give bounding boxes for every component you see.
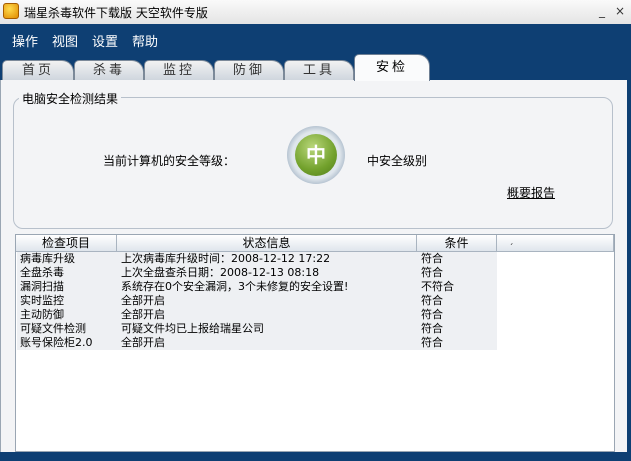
group-title: 电脑安全检测结果 (19, 90, 122, 107)
app-window: 瑞星杀毒软件下载版 天空软件专版 _ × 操作 视图 设置 帮助 首页 杀毒 监… (0, 0, 631, 461)
menu-bar: 操作 视图 设置 帮助 (0, 24, 631, 52)
close-button[interactable]: × (612, 3, 628, 19)
cell-item: 账号保险柜2.0 (20, 336, 93, 349)
cell-item: 实时监控 (20, 294, 64, 307)
cell-item: 主动防御 (20, 308, 64, 321)
summary-report-link[interactable]: 概要报告 (507, 184, 555, 201)
column-header-condition[interactable]: 条件 (417, 235, 497, 252)
tab-defense[interactable]: 防御 (214, 60, 284, 80)
cell-condition: 不符合 (421, 280, 454, 293)
menu-help[interactable]: 帮助 (132, 31, 158, 50)
table-row[interactable]: 账号保险柜2.0 全部开启 符合 (17, 336, 497, 350)
cell-condition: 符合 (421, 336, 443, 349)
table-row[interactable]: 漏洞扫描 系统存在0个安全漏洞，3个未修复的安全设置! 不符合 (17, 280, 497, 294)
window-border-right (627, 80, 631, 461)
tab-scan[interactable]: 杀毒 (74, 60, 144, 80)
table-row[interactable]: 全盘杀毒 上次全盘查杀日期：2008-12-13 08:18 符合 (17, 266, 497, 280)
tab-security-check[interactable]: 安检 (354, 54, 430, 81)
cell-condition: 符合 (421, 322, 443, 335)
security-level-icon: 中 (295, 134, 337, 176)
cell-status: 全部开启 (121, 308, 165, 321)
tab-monitor[interactable]: 监控 (144, 60, 214, 80)
cell-status: 系统存在0个安全漏洞，3个未修复的安全设置! (121, 280, 349, 293)
cell-status: 全部开启 (121, 294, 165, 307)
cell-status: 可疑文件均已上报给瑞星公司 (121, 322, 264, 335)
cell-status: 全部开启 (121, 336, 165, 349)
tab-strip: 首页 杀毒 监控 防御 工具 安检 (0, 52, 631, 81)
tab-home[interactable]: 首页 (2, 60, 74, 80)
column-header-status[interactable]: 状态信息 (117, 235, 417, 252)
table-row[interactable]: 实时监控 全部开启 符合 (17, 294, 497, 308)
window-border-bottom (0, 452, 631, 461)
cell-status: 上次全盘查杀日期：2008-12-13 08:18 (121, 266, 320, 279)
column-header-blank (497, 235, 614, 252)
cell-condition: 符合 (421, 308, 443, 321)
menu-settings[interactable]: 设置 (92, 31, 118, 50)
cell-item: 全盘杀毒 (20, 266, 64, 279)
table-row[interactable]: 可疑文件检测 可疑文件均已上报给瑞星公司 符合 (17, 322, 497, 336)
cell-item: 可疑文件检测 (20, 322, 86, 335)
check-results-table: 检查项目 状态信息 条件 病毒库升级 上次病毒库升级时间：2008-12-12 1… (15, 234, 615, 452)
security-level-label: 当前计算机的安全等级： (103, 154, 236, 168)
table-row[interactable]: 病毒库升级 上次病毒库升级时间：2008-12-12 17:22 符合 (17, 252, 497, 266)
table-row[interactable]: 主动防御 全部开启 符合 (17, 308, 497, 322)
security-check-panel: 电脑安全检测结果 当前计算机的安全等级： 中 中安全级别 概要报告 检查项目 状… (0, 80, 628, 461)
cell-condition: 符合 (421, 294, 443, 307)
stray-mark: ˏ (509, 236, 514, 246)
cell-condition: 符合 (421, 252, 443, 265)
cell-item: 漏洞扫描 (20, 280, 64, 293)
menu-operate[interactable]: 操作 (12, 31, 38, 50)
window-title: 瑞星杀毒软件下载版 天空软件专版 (24, 6, 208, 20)
cell-status: 上次病毒库升级时间：2008-12-12 17:22 (121, 252, 331, 265)
security-level-value: 中安全级别 (367, 154, 428, 168)
cell-item: 病毒库升级 (20, 252, 75, 265)
menu-view[interactable]: 视图 (52, 31, 78, 50)
rising-lion-icon (3, 3, 19, 19)
cell-condition: 符合 (421, 266, 443, 279)
title-bar: 瑞星杀毒软件下载版 天空软件专版 _ × (0, 0, 631, 24)
minimize-button[interactable]: _ (594, 3, 610, 19)
tab-tools[interactable]: 工具 (284, 60, 354, 80)
column-header-item[interactable]: 检查项目 (16, 235, 117, 252)
security-level-badge: 中 (287, 126, 345, 184)
